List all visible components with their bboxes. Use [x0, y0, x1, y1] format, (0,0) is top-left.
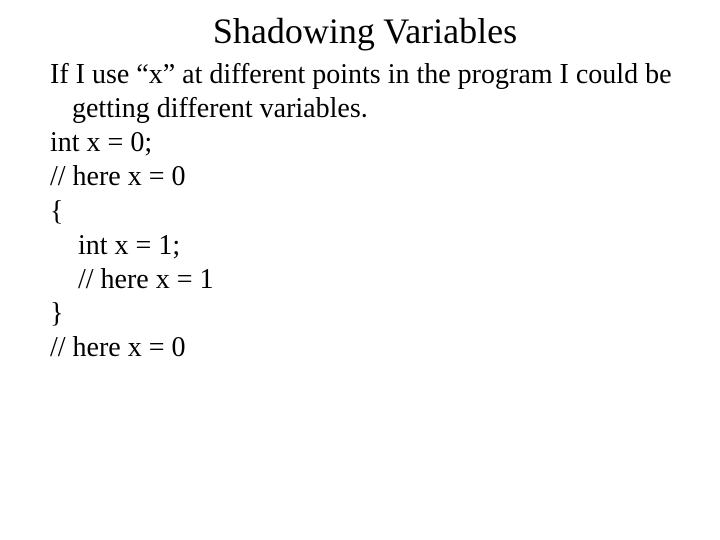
slide-body: If I use “x” at different points in the … [50, 58, 680, 365]
code-line-4: int x = 1; [50, 229, 680, 263]
slide: Shadowing Variables If I use “x” at diff… [0, 0, 720, 540]
code-line-2: // here x = 0 [50, 160, 680, 194]
code-line-5: // here x = 1 [50, 263, 680, 297]
code-line-6: } [50, 297, 680, 331]
code-line-1: int x = 0; [50, 126, 680, 160]
code-line-3: { [50, 195, 680, 229]
intro-paragraph: If I use “x” at different points in the … [50, 58, 680, 126]
slide-title: Shadowing Variables [50, 10, 680, 52]
code-line-7: // here x = 0 [50, 331, 680, 365]
